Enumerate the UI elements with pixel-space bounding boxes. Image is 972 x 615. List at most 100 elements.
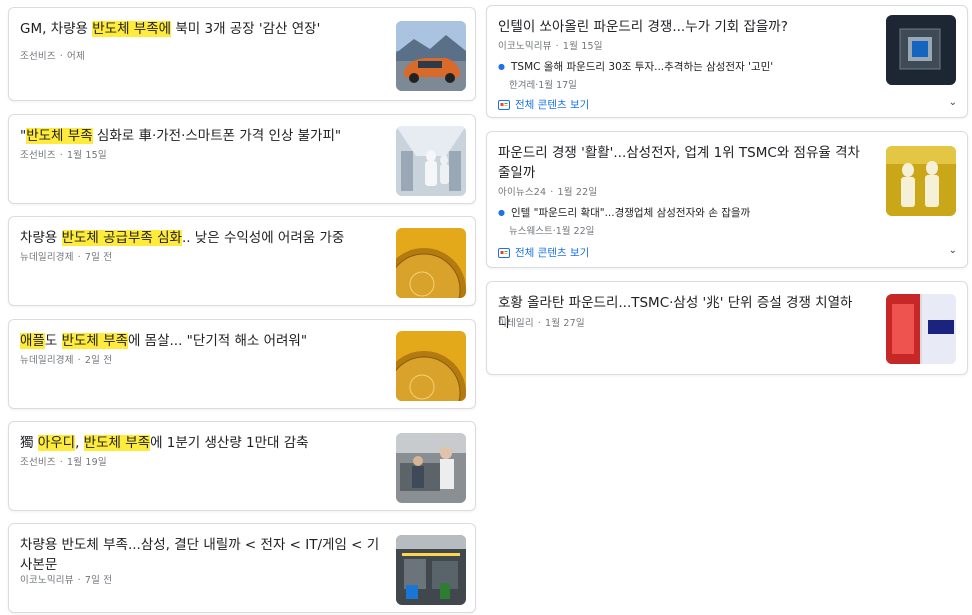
cleanroom-image [396,126,466,196]
news-meta: 뉴데일리경제 · 7일 전 [20,252,113,263]
highlighted-term: 반도체 부족 [61,333,128,349]
news-card-5[interactable]: 獨 아우디, 반도체 부족에 1분기 생산량 1만대 감축 조선비즈 · 1월 19… [8,421,476,511]
chevron-down-icon[interactable]: ⌄ [949,245,957,256]
car-thumbnail[interactable] [396,21,466,91]
full-coverage-link[interactable]: 전체 콘텐츠 보기 [498,245,589,260]
highlighted-term: 반도체 부족 [26,128,93,144]
wafer-thumbnail[interactable] [396,331,466,401]
news-title[interactable]: GM, 차량용 반도체 부족에 북미 3개 공장 '감산 연장' [20,19,382,39]
topic-time: 1월 27일 [545,318,585,329]
news-title[interactable]: 獨 아우디, 반도체 부족에 1분기 생산량 1만대 감축 [20,433,382,453]
news-time: 1월 15일 [67,150,107,161]
title-text: 獨 [20,435,38,451]
news-meta: 조선비즈 · 1월 15일 [20,150,107,161]
title-text: 차량용 반도체 부족...삼성, 결단 내릴까 < 전자 < IT/게임 < 기… [20,537,380,573]
title-text: 차량용 [20,230,62,246]
news-time: 1월 19일 [67,457,107,468]
title-text: , [75,435,84,451]
news-coverage-icon [498,99,510,110]
highlighted-term: 애플 [20,333,45,349]
title-text: GM, 차량용 [20,21,93,37]
topic-title[interactable]: 파운드리 경쟁 '활활'...삼성전자, 업계 1위 TSMC와 점유율 격차 … [498,143,860,183]
title-text: 북미 3개 공장 '감산 연장' [171,21,321,37]
news-card-4[interactable]: 애플도 반도체 부족에 몸살... "단기적 해소 어려워" 뉴데일리경제 · 2일… [8,319,476,409]
workers-image [886,146,956,216]
news-source: 조선비즈 [20,457,56,468]
cleanroom-thumbnail[interactable] [396,126,466,196]
news-source: 이코노믹리뷰 [20,575,74,586]
news-card-1[interactable]: GM, 차량용 반도체 부족에 북미 3개 공장 '감산 연장' 조선비즈 · 어제 [8,7,476,101]
related-source: 한겨레 [509,80,536,91]
topic-source: 이코노믹리뷰 [498,41,552,52]
highlighted-term: 아우디 [37,435,76,451]
title-text: 도 [44,333,62,349]
news-time: 2일 전 [84,355,113,366]
news-title[interactable]: 차량용 반도체 공급부족 심화.. 낮은 수익성에 어려움 가중 [20,228,382,248]
news-meta: 조선비즈 · 1월 19일 [20,457,107,468]
related-title[interactable]: TSMC 올해 파운드리 30조 투자...추격하는 삼성전자 '고민' [511,61,773,73]
car-image [396,21,466,91]
news-time: 7일 전 [84,575,113,586]
chevron-down-icon[interactable]: ⌄ [949,97,957,108]
news-source: 뉴데일리경제 [20,252,74,263]
related-article[interactable]: ● TSMC 올해 파운드리 30조 투자...추격하는 삼성전자 '고민' 한겨… [498,60,878,91]
related-time: 1월 17일 [538,80,577,91]
wafer-image [396,228,466,298]
topic-title[interactable]: 인텔이 쏘아올린 파운드리 경쟁...누가 기회 잡을까? [498,17,860,37]
bullet-icon: ● [498,62,505,71]
title-text: 에 1분기 생산량 1만대 감축 [150,435,309,451]
highlighted-term: 반도체 부족 [83,435,151,451]
news-title[interactable]: "반도체 부족 심화로 車·가전·스마트폰 가격 인상 불가피" [20,126,382,146]
highlighted-term: 반도체 공급부족 심화 [61,230,182,246]
chip-image [886,15,956,85]
news-meta: 이코노믹리뷰 · 7일 전 [20,575,113,586]
assembly-thumbnail[interactable] [396,535,466,605]
topic-source: 이데일리 [498,318,534,329]
news-meta: 뉴데일리경제 · 2일 전 [20,355,113,366]
news-source: 조선비즈 [20,150,56,161]
news-card-6[interactable]: 차량용 반도체 부족...삼성, 결단 내릴까 < 전자 < IT/게임 < 기… [8,523,476,613]
news-meta: 조선비즈 · 어제 [20,51,85,62]
news-card-2[interactable]: "반도체 부족 심화로 車·가전·스마트폰 가격 인상 불가피" 조선비즈 · 1월… [8,114,476,204]
title-text: 에 몸살... "단기적 해소 어려워" [127,333,308,349]
news-title[interactable]: 애플도 반도체 부족에 몸살... "단기적 해소 어려워" [20,331,382,351]
related-article[interactable]: ● 인텔 "파운드리 확대"...경쟁업체 삼성전자와 손 잡을까 뉴스웨스트·1… [498,206,878,237]
logos-thumbnail[interactable] [886,294,956,364]
highlighted-term: 반도체 부족에 [92,21,172,37]
topic-time: 1월 15일 [562,41,603,52]
wafer-thumbnail[interactable] [396,228,466,298]
news-title[interactable]: 차량용 반도체 부족...삼성, 결단 내릴까 < 전자 < IT/게임 < 기… [20,535,382,575]
assembly-image [396,535,466,605]
related-meta: 뉴스웨스트·1월 22일 [509,226,595,237]
bullet-icon: ● [498,208,505,217]
logos-image [886,294,956,364]
topic-card-2[interactable]: 파운드리 경쟁 '활활'...삼성전자, 업계 1위 TSMC와 점유율 격차 … [486,131,968,268]
news-time: 7일 전 [84,252,113,263]
title-text: 심화로 車·가전·스마트폰 가격 인상 불가피" [92,128,342,144]
topic-card-3[interactable]: 호황 올라탄 파운드리...TSMC·삼성 '兆' 단위 증설 경쟁 치열하다 … [486,281,968,375]
topic-meta: 아이뉴스24 · 1월 22일 [498,187,598,198]
topic-card-1[interactable]: 인텔이 쏘아올린 파운드리 경쟁...누가 기회 잡을까? 이코노믹리뷰 · 1월 … [486,5,968,118]
workers-thumbnail[interactable] [886,146,956,216]
full-coverage-label[interactable]: 전체 콘텐츠 보기 [515,97,589,112]
factory-thumbnail[interactable] [396,433,466,503]
title-text: .. 낮은 수익성에 어려움 가중 [181,230,345,246]
news-source: 뉴데일리경제 [20,355,74,366]
chip-thumbnail[interactable] [886,15,956,85]
wafer-image [396,331,466,401]
factory-image [396,433,466,503]
news-time: 어제 [67,51,85,62]
related-time: 1월 22일 [555,226,595,237]
related-title[interactable]: 인텔 "파운드리 확대"...경쟁업체 삼성전자와 손 잡을까 [511,207,750,219]
news-coverage-icon [498,247,510,258]
topic-source: 아이뉴스24 [498,187,547,198]
topic-meta: 이코노믹리뷰 · 1월 15일 [498,41,603,52]
topic-time: 1월 22일 [557,187,598,198]
full-coverage-label[interactable]: 전체 콘텐츠 보기 [515,245,589,260]
news-card-3[interactable]: 차량용 반도체 공급부족 심화.. 낮은 수익성에 어려움 가중 뉴데일리경제 ·… [8,216,476,306]
topic-meta: 이데일리 · 1월 27일 [498,318,585,329]
news-source: 조선비즈 [20,51,56,62]
related-meta: 한겨레·1월 17일 [509,80,577,91]
related-source: 뉴스웨스트 [509,226,553,237]
full-coverage-link[interactable]: 전체 콘텐츠 보기 [498,97,589,112]
